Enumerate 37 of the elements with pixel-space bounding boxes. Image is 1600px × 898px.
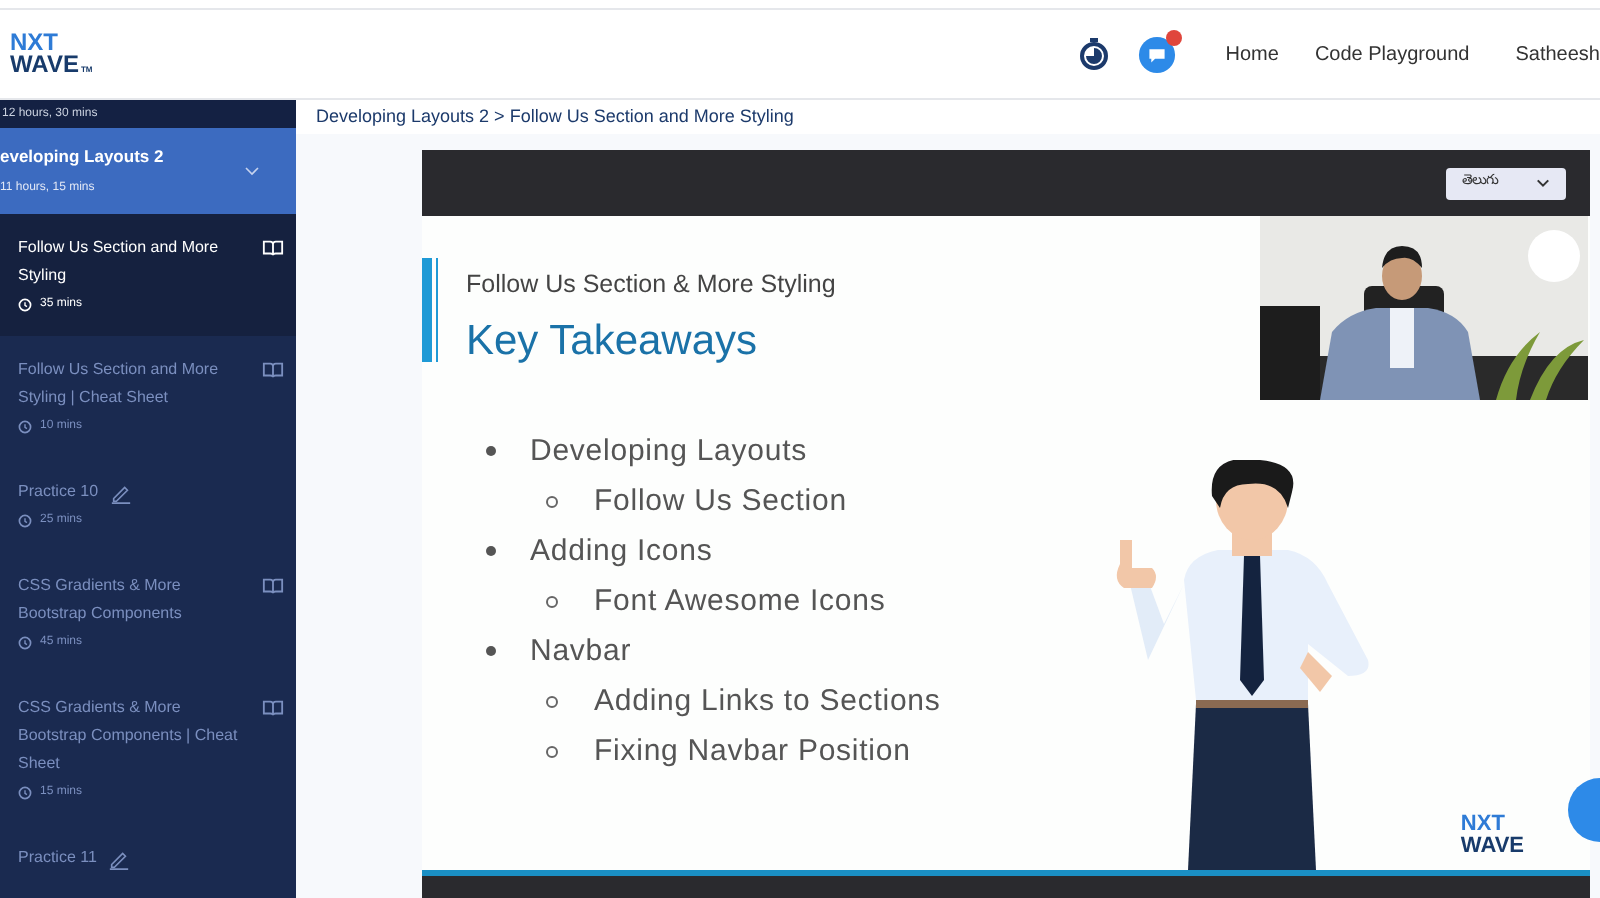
- chevron-icon: [1536, 178, 1550, 188]
- bullet-text: Font Awesome Icons: [594, 581, 886, 621]
- breadcrumb: Developing Layouts 2 > Follow Us Section and More Styling: [316, 103, 794, 130]
- book-icon: [262, 238, 284, 258]
- pencil-icon: [108, 847, 131, 869]
- bullet-text: Adding Icons: [530, 531, 713, 571]
- lesson-title: CSS Gradients & More Bootstrap Components: [18, 574, 184, 626]
- nav-link[interactable]: Home: [1225, 39, 1279, 69]
- book-icon: [262, 698, 284, 718]
- bullet-text: Navbar: [530, 631, 632, 671]
- nav-link[interactable]: Code Playground: [1314, 39, 1470, 69]
- clock-icon: [18, 420, 32, 434]
- lesson-title: CSS Gradients & More Bootstrap Components | Cheat Sheet: [18, 696, 238, 776]
- accent-bar-icon: [422, 258, 438, 362]
- bullet-text: Developing Layouts: [530, 431, 808, 471]
- book-icon: [262, 360, 284, 380]
- clock-icon: [18, 636, 32, 650]
- lesson-title: Follow Us Section and More Styling: [18, 236, 221, 288]
- bullet-text: Follow Us Section: [594, 481, 847, 521]
- lesson-title: Practice 11: [18, 846, 97, 870]
- slide-subtitle: Follow Us Section & More Styling: [466, 268, 836, 302]
- slide-title: Key Takeaways: [466, 315, 760, 368]
- clock-icon: [18, 514, 32, 528]
- stopwatch-icon[interactable]: [1079, 38, 1108, 70]
- slide-logo: NXT WAVE: [1460, 814, 1524, 858]
- clock-icon: [18, 298, 32, 312]
- section-title: eveloping Layouts 2: [0, 144, 166, 170]
- clock-icon: [18, 786, 32, 800]
- bullet-text: Adding Links to Sections: [594, 681, 941, 721]
- lesson-title: Practice 10: [18, 480, 99, 504]
- book-icon: [262, 576, 284, 596]
- nav-link[interactable]: Satheesh: [1515, 39, 1600, 69]
- chevron-icon: [244, 166, 260, 176]
- bullet-text: Fixing Navbar Position: [594, 731, 911, 771]
- lesson-title: Follow Us Section and More Styling | Cheat Sheet: [18, 358, 221, 410]
- pencil-icon: [110, 481, 133, 503]
- chat-icon[interactable]: [1137, 35, 1176, 73]
